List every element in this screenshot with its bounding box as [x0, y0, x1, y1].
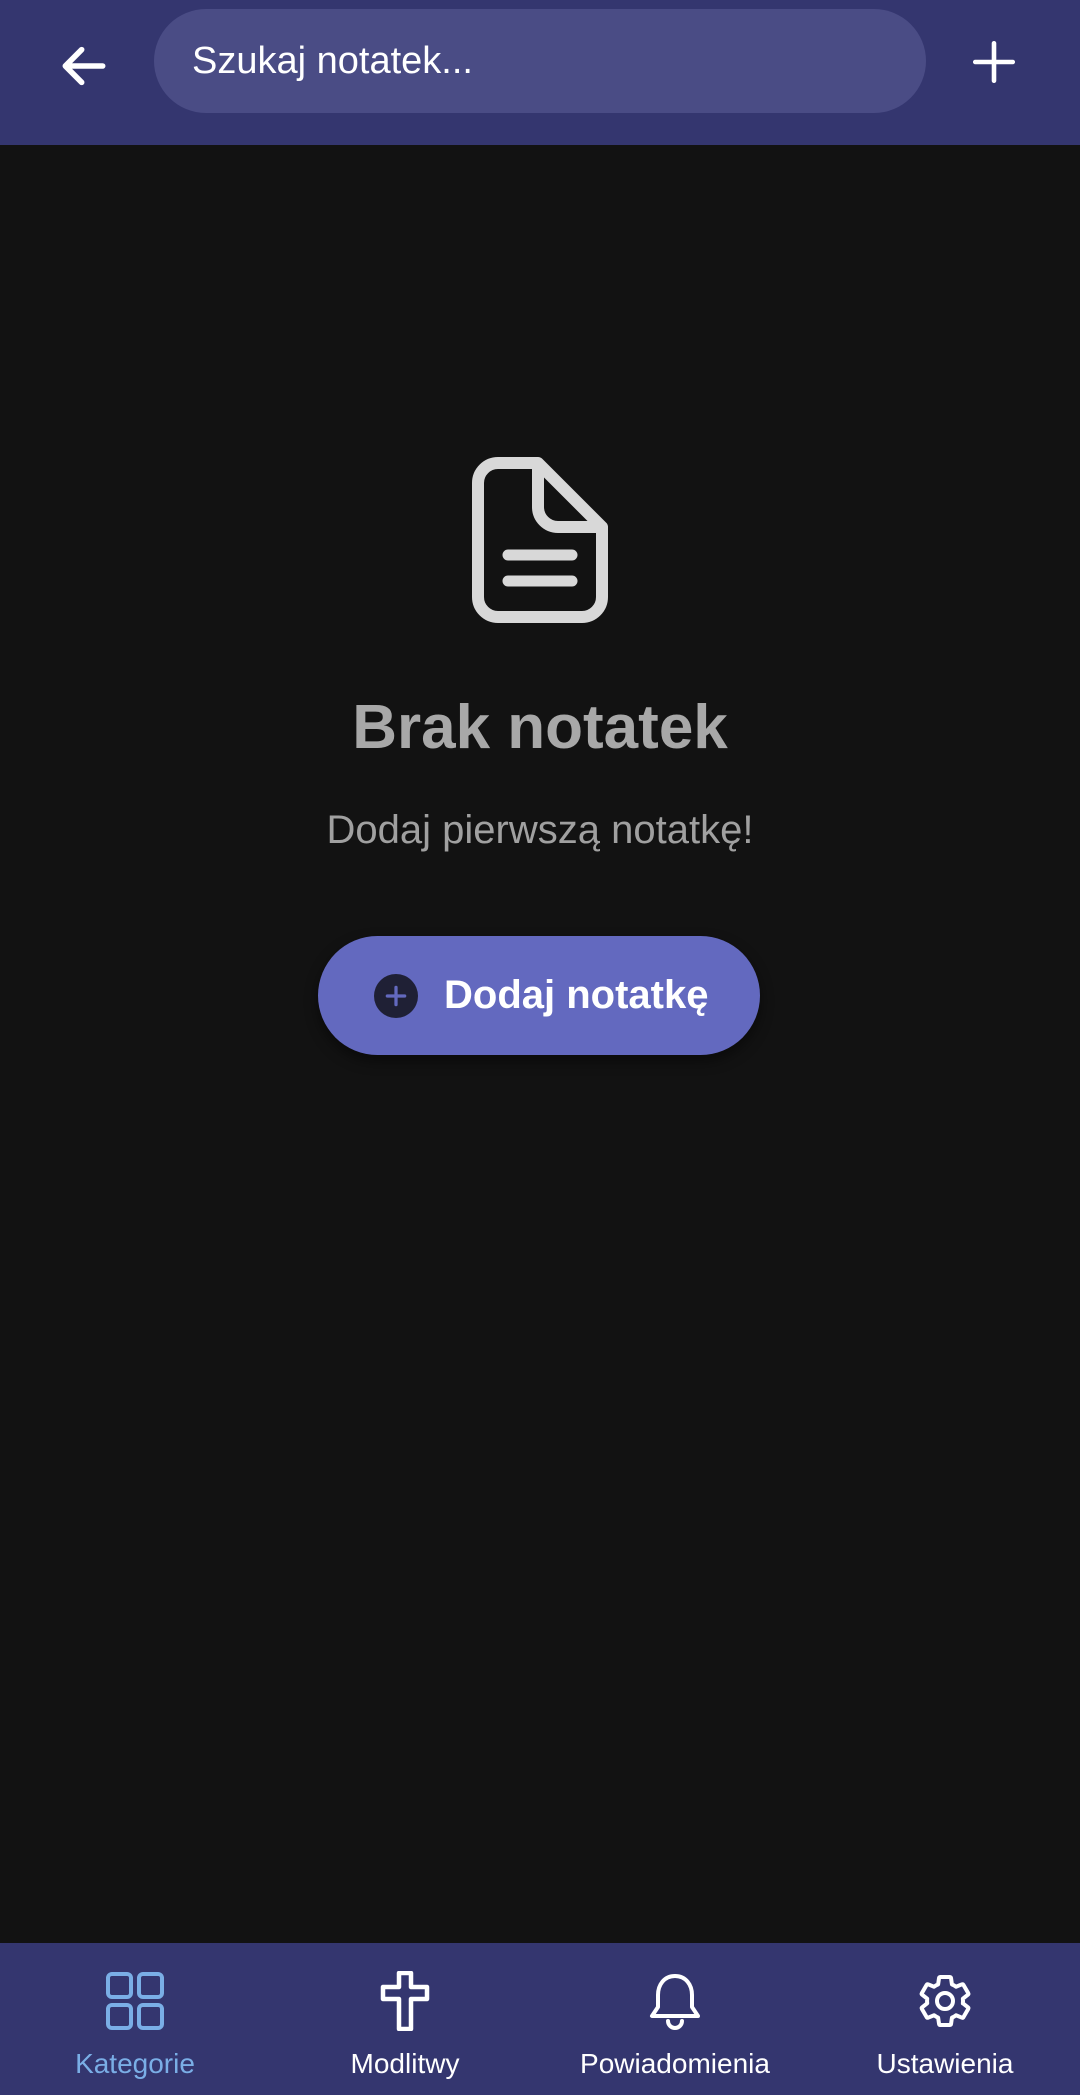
- back-button[interactable]: [40, 22, 128, 110]
- nav-item-modlitwy[interactable]: Modlitwy: [270, 1943, 540, 2095]
- bottom-navigation: Kategorie Modlitwy Powiadomienia Ustawie…: [0, 1943, 1080, 2095]
- plus-circle-icon: [374, 973, 418, 1018]
- cross-icon: [380, 1971, 430, 2031]
- bell-icon: [650, 1974, 700, 2030]
- notes-screen: Brak notatek Dodaj pierwszą notatkę! Dod…: [0, 0, 1080, 2095]
- document-icon: [472, 457, 608, 623]
- nav-label: Modlitwy: [350, 2048, 460, 2079]
- nav-item-kategorie[interactable]: Kategorie: [0, 1943, 270, 2095]
- nav-label: Ustawienia: [876, 2048, 1014, 2079]
- nav-item-powiadomienia[interactable]: Powiadomienia: [540, 1943, 810, 2095]
- empty-subtitle: Dodaj pierwszą notatkę!: [326, 808, 754, 852]
- arrow-left-icon: [62, 46, 106, 86]
- add-button[interactable]: [950, 18, 1038, 106]
- gear-icon: [919, 1975, 971, 2027]
- grid-icon: [106, 1972, 164, 2030]
- search-field[interactable]: [154, 9, 926, 113]
- add-note-label: Dodaj notatkę: [444, 973, 709, 1017]
- nav-label: Powiadomienia: [580, 2048, 770, 2079]
- top-app-bar: [0, 0, 1080, 145]
- nav-item-ustawienia[interactable]: Ustawienia: [810, 1943, 1080, 2095]
- nav-label: Kategorie: [75, 2048, 195, 2079]
- plus-icon: [972, 40, 1016, 84]
- empty-title: Brak notatek: [352, 693, 728, 762]
- search-input[interactable]: [192, 9, 892, 113]
- empty-state: Brak notatek Dodaj pierwszą notatkę! Dod…: [0, 145, 1080, 1945]
- add-note-button[interactable]: Dodaj notatkę: [318, 936, 760, 1055]
